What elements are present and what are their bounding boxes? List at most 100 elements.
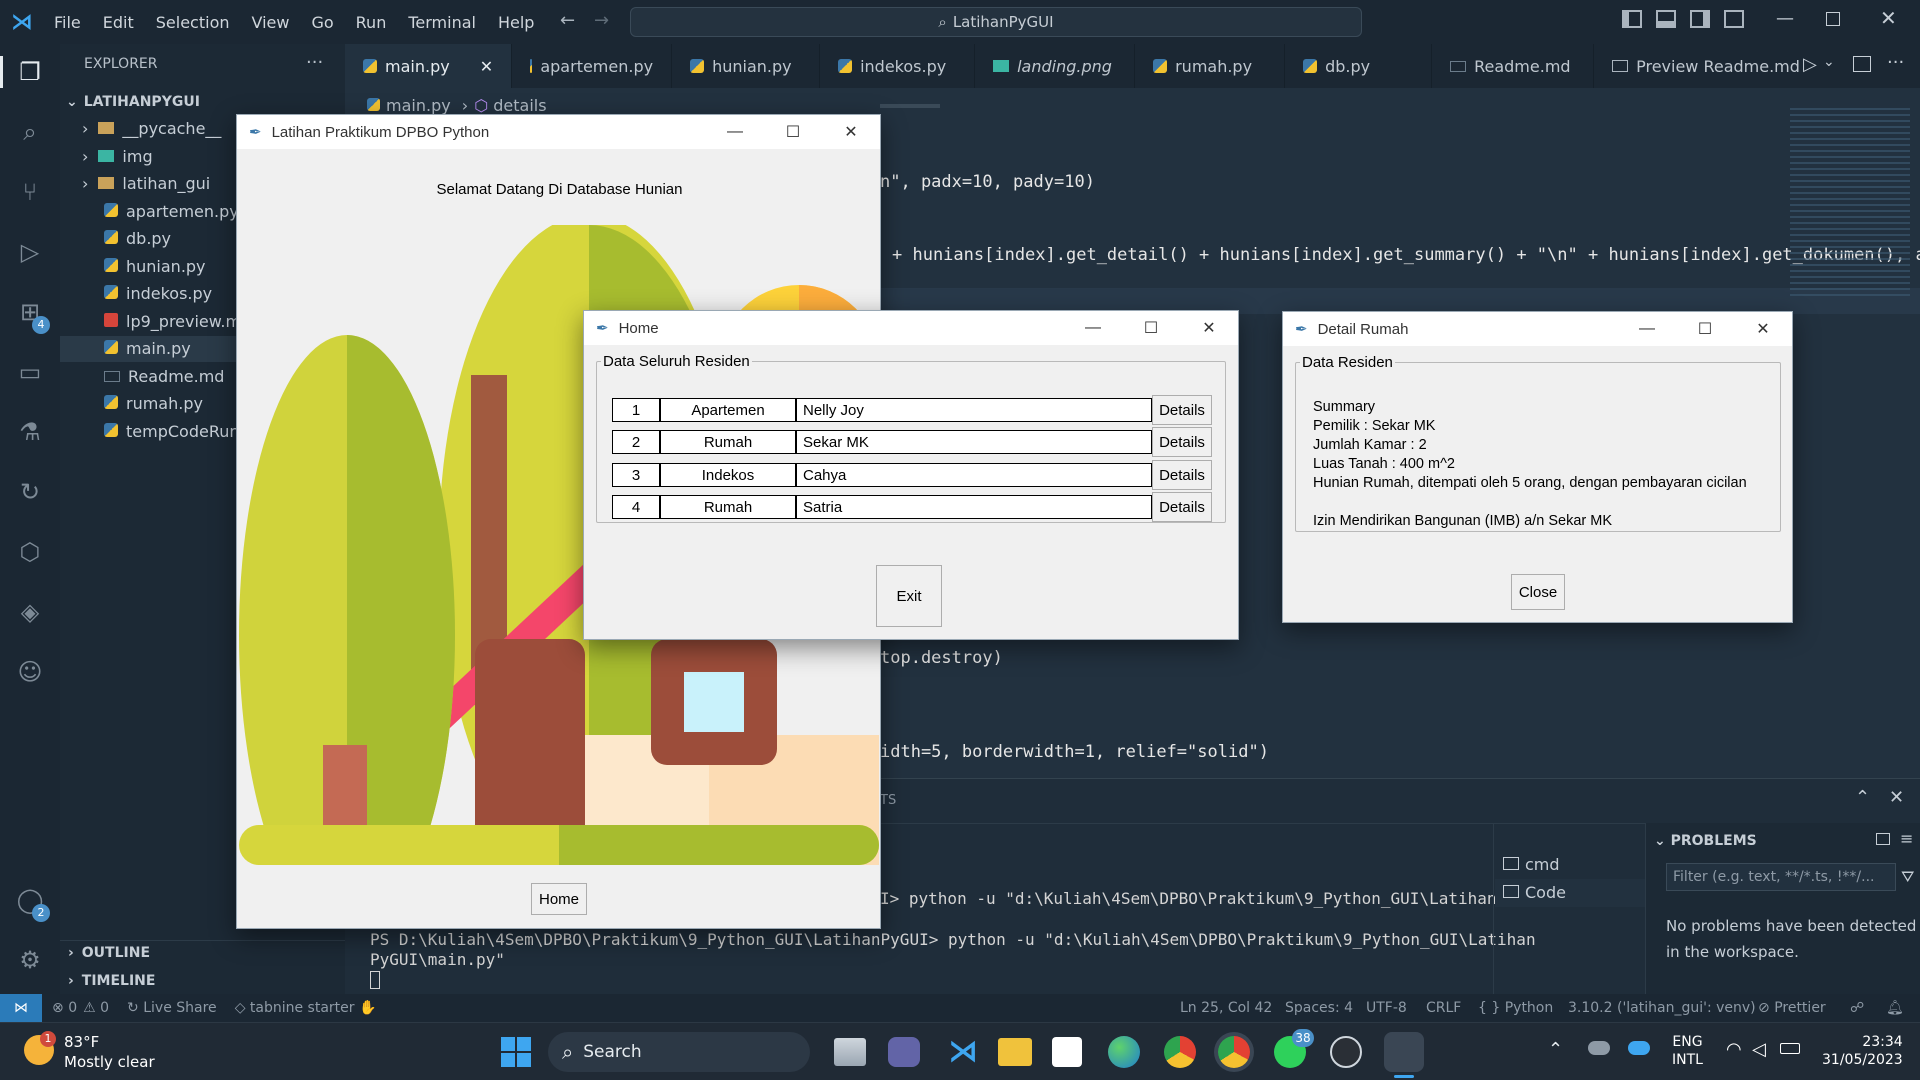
menu-terminal[interactable]: Terminal bbox=[408, 13, 476, 32]
home-button[interactable]: Home bbox=[531, 883, 587, 915]
tab-preview-readme[interactable]: Preview Readme.md bbox=[1594, 44, 1818, 88]
onedrive-icon[interactable] bbox=[1628, 1041, 1650, 1055]
docker-icon[interactable]: ⬡ bbox=[14, 536, 46, 568]
customize-layout-icon[interactable] bbox=[1724, 10, 1744, 28]
menu-lines-icon[interactable]: ≡ bbox=[1900, 829, 1913, 848]
close-icon[interactable]: ✕ bbox=[1180, 311, 1238, 345]
tab-apartemen-py[interactable]: apartemen.py bbox=[512, 44, 673, 88]
menu-edit[interactable]: Edit bbox=[103, 13, 134, 32]
panel-tab-fragment[interactable]: TS bbox=[880, 793, 896, 808]
source-control-icon[interactable]: ⑂ bbox=[14, 176, 46, 208]
windows-start-icon[interactable] bbox=[501, 1037, 531, 1067]
outline-section[interactable]: › OUTLINE bbox=[60, 940, 345, 966]
remote-explorer-icon[interactable]: ▭ bbox=[14, 356, 46, 388]
python-interpreter[interactable]: 3.10.2 ('latihan_gui': venv) bbox=[1568, 1000, 1756, 1016]
chevron-up-icon[interactable]: ⌃ bbox=[1548, 1039, 1563, 1060]
breadcrumb-file[interactable]: main.py bbox=[386, 96, 451, 115]
details-button[interactable]: Details bbox=[1152, 492, 1212, 522]
minimize-icon[interactable]: — bbox=[1064, 311, 1122, 345]
cursor-position[interactable]: Ln 25, Col 42 bbox=[1180, 1000, 1272, 1016]
account-status-icon[interactable]: ☍ bbox=[1850, 1000, 1864, 1016]
details-button[interactable]: Details bbox=[1152, 427, 1212, 457]
encoding[interactable]: UTF-8 bbox=[1366, 1000, 1407, 1016]
menu-help[interactable]: Help bbox=[498, 13, 534, 32]
menu-view[interactable]: View bbox=[252, 13, 290, 32]
problems-filter-input[interactable]: Filter (e.g. text, **/*.ts, !**/... bbox=[1666, 863, 1896, 891]
close-panel-icon[interactable]: ✕ bbox=[1889, 787, 1904, 808]
tab-main-py[interactable]: main.py ✕ bbox=[345, 44, 513, 88]
onedrive-error-icon[interactable] bbox=[1588, 1041, 1610, 1055]
live-share-icon[interactable]: ↻ bbox=[14, 476, 46, 508]
close-icon[interactable]: ✕ bbox=[1734, 312, 1792, 346]
workspace-root[interactable]: ⌄ LATIHANPYGUI bbox=[60, 89, 345, 115]
battery-icon[interactable] bbox=[1780, 1043, 1800, 1054]
close-icon[interactable]: ✕ bbox=[822, 115, 880, 149]
task-view-icon[interactable] bbox=[834, 1038, 866, 1066]
tabnine-status[interactable]: ◇ tabnine starter ✋ bbox=[235, 1000, 377, 1016]
minimize-icon[interactable]: — bbox=[1618, 312, 1676, 346]
close-button[interactable]: Close bbox=[1511, 574, 1565, 610]
tab-db-py[interactable]: db.py bbox=[1285, 44, 1433, 88]
exit-button[interactable]: Exit bbox=[876, 565, 942, 627]
vscode-logo-icon[interactable]: ⋊ bbox=[0, 10, 44, 35]
command-center-search[interactable]: ⌕ LatihanPyGUI bbox=[630, 7, 1362, 37]
close-icon[interactable]: ✕ bbox=[1880, 6, 1897, 30]
line-endings[interactable]: CRLF bbox=[1426, 1000, 1461, 1016]
chrome-profile-icon[interactable] bbox=[1218, 1036, 1250, 1068]
settings-gear-icon[interactable]: ⚙ bbox=[14, 944, 46, 976]
menu-run[interactable]: Run bbox=[356, 13, 387, 32]
minimap[interactable] bbox=[1790, 108, 1910, 298]
live-share-status[interactable]: ↻ Live Share bbox=[127, 1000, 217, 1016]
warnings-icon[interactable]: ⚠ 0 bbox=[83, 1000, 109, 1016]
tab-indekos-py[interactable]: indekos.py bbox=[820, 44, 976, 88]
remote-indicator-icon[interactable]: ⋈ bbox=[0, 994, 42, 1022]
timeline-section[interactable]: › TIMELINE bbox=[60, 968, 345, 994]
problems-header[interactable]: ⌄ PROBLEMS bbox=[1654, 833, 1757, 849]
edge-icon[interactable] bbox=[1108, 1036, 1140, 1068]
maximize-icon[interactable]: ☐ bbox=[1676, 312, 1734, 346]
layout-secondary-icon[interactable] bbox=[1690, 10, 1710, 28]
chevron-up-icon[interactable]: ⌃ bbox=[1855, 787, 1870, 808]
tab-rumah-py[interactable]: rumah.py bbox=[1135, 44, 1286, 88]
menu-go[interactable]: Go bbox=[311, 13, 333, 32]
file-explorer-icon[interactable] bbox=[998, 1038, 1032, 1066]
more-actions-icon[interactable]: ··· bbox=[1887, 52, 1904, 73]
details-button[interactable]: Details bbox=[1152, 395, 1212, 425]
python-tk-taskbar-icon[interactable] bbox=[1384, 1032, 1424, 1072]
minimize-icon[interactable]: — bbox=[706, 115, 764, 149]
copilot-icon[interactable]: ☺ bbox=[14, 656, 46, 688]
volume-icon[interactable]: ◁ bbox=[1752, 1039, 1766, 1060]
python-icon[interactable]: ◈ bbox=[14, 596, 46, 628]
split-editor-icon[interactable] bbox=[1853, 56, 1871, 72]
search-icon[interactable]: ⌕ bbox=[14, 116, 46, 148]
weather-widget[interactable]: 1 83°F Mostly clear bbox=[24, 1031, 224, 1073]
taskbar-search[interactable]: ⌕ Search bbox=[548, 1032, 810, 1072]
layout-sidebar-icon[interactable] bbox=[1622, 10, 1642, 28]
testing-icon[interactable]: ⚗ bbox=[14, 416, 46, 448]
maximize-icon[interactable] bbox=[1826, 12, 1840, 26]
microsoft-store-icon[interactable] bbox=[1052, 1037, 1082, 1067]
explorer-icon[interactable]: ❐ bbox=[14, 56, 46, 88]
chrome-icon[interactable] bbox=[1164, 1036, 1196, 1068]
wifi-icon[interactable]: ◠ bbox=[1726, 1039, 1742, 1060]
chevron-down-icon[interactable]: ⌄ bbox=[1823, 54, 1835, 70]
menu-file[interactable]: File bbox=[54, 13, 81, 32]
errors-icon[interactable]: ⊗ 0 bbox=[52, 1000, 77, 1016]
teams-chat-icon[interactable] bbox=[888, 1037, 920, 1067]
breadcrumb-symbol[interactable]: details bbox=[493, 96, 546, 115]
minimize-icon[interactable]: — bbox=[1776, 8, 1794, 29]
menu-selection[interactable]: Selection bbox=[156, 13, 230, 32]
maximize-icon[interactable]: ☐ bbox=[1122, 311, 1180, 345]
obs-icon[interactable] bbox=[1330, 1036, 1362, 1068]
details-button[interactable]: Details bbox=[1152, 460, 1212, 490]
more-actions-icon[interactable]: ··· bbox=[306, 52, 323, 73]
filter-icon[interactable]: ⛛ bbox=[1901, 867, 1914, 887]
tab-readme-md[interactable]: Readme.md bbox=[1432, 44, 1595, 88]
run-icon[interactable]: ▷ bbox=[1803, 54, 1817, 75]
run-debug-icon[interactable]: ▷ bbox=[14, 236, 46, 268]
maximize-icon[interactable]: ☐ bbox=[764, 115, 822, 149]
clock[interactable]: 23:34 31/05/2023 bbox=[1822, 1033, 1903, 1069]
forward-arrow-icon[interactable]: → bbox=[594, 10, 609, 31]
close-tab-icon[interactable]: ✕ bbox=[480, 57, 493, 76]
vscode-taskbar-icon[interactable]: ⋊ bbox=[944, 1033, 982, 1071]
